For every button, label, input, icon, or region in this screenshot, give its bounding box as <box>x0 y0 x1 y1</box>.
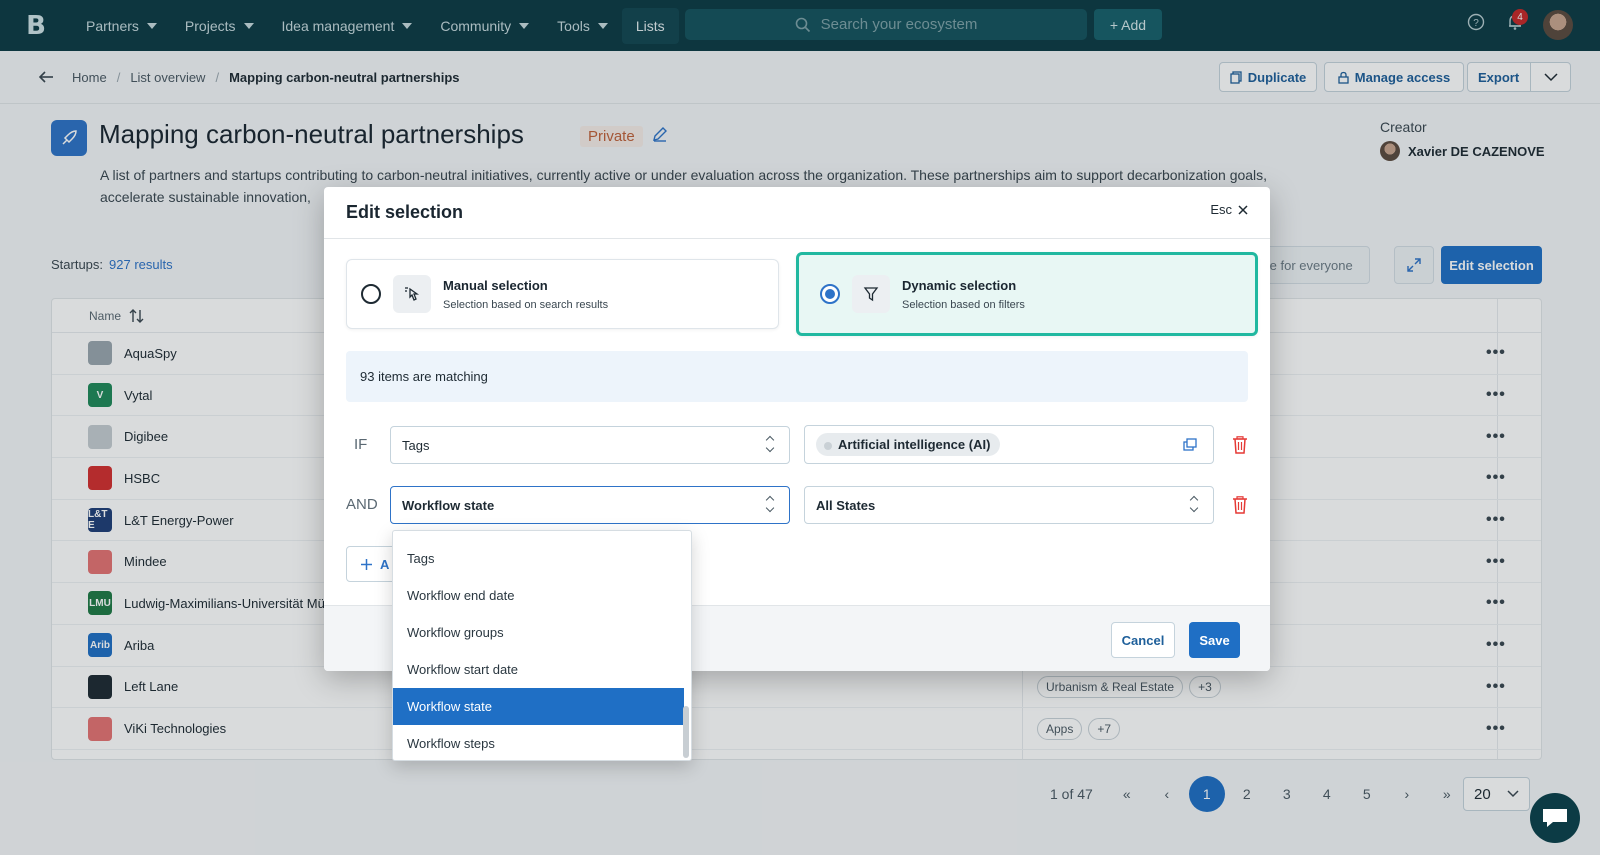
condition-value-select[interactable]: All States <box>804 486 1214 524</box>
open-external-icon[interactable] <box>1183 438 1197 451</box>
sort-updown-icon <box>765 495 775 513</box>
close-button[interactable]: Esc <box>1210 202 1248 217</box>
cancel-button[interactable]: Cancel <box>1111 622 1175 658</box>
dialog-header: Edit selection <box>324 187 1270 239</box>
field-dropdown-menu: Tags Workflow end date Workflow groups Work… <box>392 530 692 761</box>
chat-icon <box>1543 809 1567 827</box>
manual-selection-subtitle: Selection based on search results <box>443 298 609 311</box>
condition-field-select[interactable]: Workflow state <box>390 486 790 524</box>
delete-condition-icon[interactable] <box>1232 496 1248 514</box>
sort-updown-icon <box>765 435 775 453</box>
plus-icon <box>361 558 372 570</box>
dynamic-selection-title: Dynamic selection <box>902 277 1017 293</box>
add-condition-label: A <box>380 556 390 572</box>
manual-selection-option[interactable]: Manual selection Selection based on sear… <box>346 259 779 329</box>
dropdown-scrollbar[interactable] <box>683 706 689 758</box>
condition-value-select[interactable]: Artificial intelligence (AI) <box>804 425 1214 464</box>
radio-dot <box>825 289 835 299</box>
dynamic-selection-option[interactable]: Dynamic selection Selection based on fil… <box>796 252 1258 336</box>
pointer-click-icon <box>393 275 431 313</box>
dialog-title: Edit selection <box>346 202 464 222</box>
delete-condition-icon[interactable] <box>1232 436 1248 454</box>
manual-selection-title: Manual selection <box>443 277 548 293</box>
filter-icon <box>852 275 890 313</box>
dropdown-option[interactable]: Tags <box>393 540 684 577</box>
sort-updown-icon <box>1189 495 1199 513</box>
dropdown-options: Tags Workflow end date Workflow groups Work… <box>393 531 684 760</box>
condition-field-value: Tags <box>402 437 430 453</box>
condition-value: All States <box>816 497 876 513</box>
matching-count-banner: 93 items are matching <box>346 351 1248 402</box>
save-button[interactable]: Save <box>1189 622 1240 658</box>
condition-field-value: Workflow state <box>402 497 495 513</box>
dropdown-option[interactable]: Workflow state <box>393 688 684 725</box>
manual-selection-radio[interactable] <box>361 284 381 304</box>
esc-label: Esc <box>1210 202 1232 217</box>
dynamic-selection-text: Dynamic selection Selection based on fil… <box>902 278 1025 311</box>
dynamic-selection-subtitle: Selection based on filters <box>902 298 1025 311</box>
dropdown-option[interactable]: Workflow end date <box>393 577 684 614</box>
condition-operator: IF <box>354 436 368 453</box>
manual-selection-text: Manual selection Selection based on sear… <box>443 278 608 311</box>
condition-operator: AND <box>346 496 378 513</box>
dropdown-option[interactable]: Workflow steps <box>393 725 684 760</box>
dropdown-option[interactable]: Workflow groups <box>393 614 684 651</box>
dynamic-selection-radio[interactable] <box>820 284 840 304</box>
chat-button[interactable] <box>1530 793 1580 843</box>
close-icon <box>1238 204 1248 215</box>
dropdown-option[interactable]: Workflow start date <box>393 651 684 688</box>
value-chip[interactable]: Artificial intelligence (AI) <box>816 433 1001 456</box>
condition-field-select[interactable]: Tags <box>390 426 790 464</box>
